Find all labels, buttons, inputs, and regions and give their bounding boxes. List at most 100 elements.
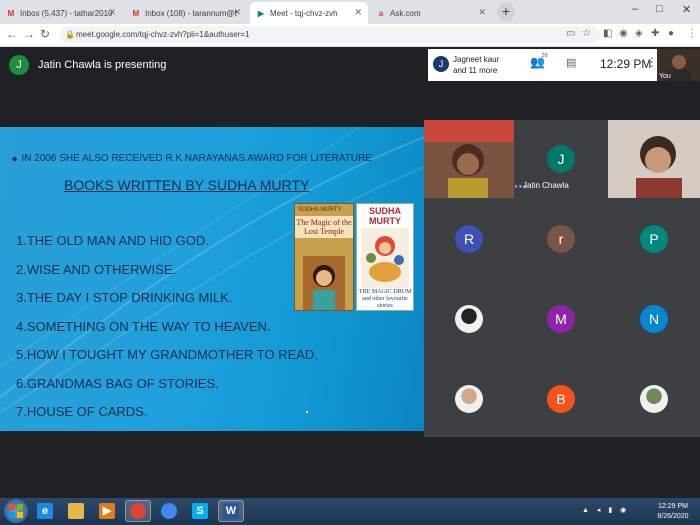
forward-arrow-icon[interactable]: → bbox=[23, 27, 35, 41]
chrome-2-icon bbox=[161, 503, 177, 519]
close-window-icon[interactable]: ✕ bbox=[682, 3, 691, 16]
word-icon: W bbox=[223, 503, 239, 519]
system-clock[interactable]: 12:29 PM 8/26/2020 bbox=[650, 502, 696, 522]
chrome-menu-icon[interactable]: ⋮ bbox=[687, 28, 697, 39]
cover1-title: The Magic of the Lost Temple bbox=[295, 216, 353, 238]
star-icon[interactable]: ☆ bbox=[582, 28, 591, 39]
slide-award-line: ◆ IN 2006 SHE ALSO RECEIVED R.K NARAYANAS… bbox=[12, 153, 372, 164]
chat-icon[interactable]: ▤ bbox=[566, 56, 576, 69]
extension-icon-1[interactable]: ◧ bbox=[603, 28, 612, 39]
browser-toolbar: ← → ↻ 🔒 meet.google.com/tqj-chvz-zvh?pli… bbox=[0, 24, 700, 47]
participant-tile[interactable] bbox=[608, 361, 700, 437]
meet-controls-panel: J Jagneet kaur and 11 more 👥 26 ▤ 12:29 … bbox=[428, 49, 700, 81]
slide-award-text: IN 2006 SHE ALSO RECEIVED R.K NARAYANAS … bbox=[21, 153, 372, 164]
cover2-illustration bbox=[361, 228, 409, 288]
participant-video-boy[interactable] bbox=[608, 120, 700, 198]
taskbar-explorer-button[interactable] bbox=[63, 500, 89, 522]
gmail-icon: M bbox=[7, 8, 15, 18]
mouse-cursor bbox=[306, 411, 308, 413]
participant-count: 26 bbox=[541, 53, 548, 59]
participant-tile[interactable]: P bbox=[608, 201, 700, 277]
taskbar-chrome-2-button[interactable] bbox=[156, 500, 182, 522]
close-tab-icon[interactable]: ✕ bbox=[233, 7, 241, 18]
taskbar-chrome-button[interactable] bbox=[125, 500, 151, 522]
participant-tile[interactable] bbox=[424, 281, 514, 357]
participant-photo-avatar bbox=[455, 385, 483, 413]
minimize-icon[interactable]: – bbox=[632, 3, 638, 15]
self-video-tile[interactable]: You bbox=[657, 49, 700, 81]
host-avatar: J bbox=[433, 56, 449, 72]
participant-tile[interactable]: B bbox=[515, 361, 607, 437]
taskbar-word-button[interactable]: W bbox=[218, 500, 244, 522]
tab-label: Ask.com bbox=[390, 8, 421, 18]
back-arrow-icon[interactable]: ← bbox=[6, 27, 18, 41]
participant-avatar: B bbox=[547, 385, 575, 413]
close-tab-icon[interactable]: ✕ bbox=[354, 7, 362, 18]
gmail-icon: M bbox=[132, 8, 140, 18]
participant-grid: J ●●● Jatin Chawla Rr P M N B bbox=[424, 120, 700, 437]
cover2-author-last: MURTY bbox=[369, 216, 401, 226]
featured-participant-avatar: J bbox=[547, 145, 575, 173]
system-date: 8/26/2020 bbox=[657, 513, 689, 520]
book-cover-magic-lost-temple: SUDHA MURTY The Magic of the Lost Temple bbox=[294, 203, 354, 311]
participant-tile-featured[interactable]: J ●●● Jatin Chawla bbox=[515, 120, 607, 198]
tab-label: Meet - tqj-chvz-zvh bbox=[270, 8, 338, 18]
slide-heading: BOOKS WRITTEN BY SUDHA MURTY bbox=[64, 177, 310, 193]
participant-tile[interactable]: M bbox=[515, 281, 607, 357]
start-button[interactable] bbox=[4, 499, 28, 523]
reload-icon[interactable]: ↻ bbox=[40, 27, 50, 41]
book-cover-magic-drum: SUDHA MURTY THE MAGIC DRUM and other favo… bbox=[356, 203, 414, 311]
bullet-icon: ◆ bbox=[12, 156, 18, 163]
camera-permission-icon[interactable]: ▭ bbox=[566, 28, 575, 39]
browser-tab[interactable]: M Inbox (108) - tarannum@theindi✕ bbox=[125, 2, 247, 24]
book-list: 1.THE OLD MAN AND HID GOD. 2.WISE AND OTH… bbox=[16, 233, 318, 431]
book-list-item: 2.WISE AND OTHERWISE. bbox=[16, 261, 177, 277]
camera-feed-boy bbox=[608, 120, 700, 198]
meet-icon: ▶ bbox=[257, 8, 265, 18]
address-bar[interactable]: 🔒 meet.google.com/tqj-chvz-zvh?pli=1&aut… bbox=[60, 26, 600, 43]
media-player-icon: ▶ bbox=[99, 503, 115, 519]
camera-feed-girl bbox=[424, 120, 514, 198]
host-summary[interactable]: Jagneet kaur and 11 more bbox=[453, 54, 523, 76]
close-tab-icon[interactable]: ✕ bbox=[108, 7, 116, 18]
meet-top-bar: J Jatin Chawla is presenting J Jagneet k… bbox=[0, 47, 700, 83]
system-tray-icons[interactable]: ▲ ◂ ▮ ◉ bbox=[582, 506, 629, 514]
participant-video-girl[interactable] bbox=[424, 120, 514, 198]
participant-tile[interactable]: r bbox=[515, 201, 607, 277]
cover2-author: SUDHA MURTY bbox=[357, 206, 413, 226]
browser-tab[interactable]: ▶ Meet - tqj-chvz-zvh ✕ bbox=[250, 2, 368, 24]
extension-icon-2[interactable]: ◉ bbox=[619, 28, 628, 39]
book-list-item: 1.THE OLD MAN AND HID GOD. bbox=[16, 233, 209, 248]
presenting-status: Jatin Chawla is presenting bbox=[38, 59, 167, 71]
participant-avatar: R bbox=[455, 225, 483, 253]
browser-tab[interactable]: a Ask.com ✕ bbox=[370, 2, 492, 24]
participant-tile[interactable]: R bbox=[424, 201, 514, 277]
close-tab-icon[interactable]: ✕ bbox=[478, 7, 486, 18]
profile-avatar[interactable]: ● bbox=[668, 28, 674, 39]
participant-photo-avatar bbox=[455, 305, 483, 333]
extension-icon-3[interactable]: ◈ bbox=[635, 28, 643, 39]
participant-avatar: N bbox=[640, 305, 668, 333]
participant-tile[interactable] bbox=[424, 361, 514, 437]
taskbar-skype-button[interactable]: S bbox=[187, 500, 213, 522]
taskbar-media-player-button[interactable]: ▶ bbox=[94, 500, 120, 522]
book-list-item: 6.GRANDMAS BAG OF STORIES. bbox=[16, 375, 219, 391]
explorer-icon bbox=[68, 503, 84, 519]
host-name: Jagneet kaur bbox=[453, 55, 500, 64]
puzzle-icon[interactable]: ✚ bbox=[651, 28, 659, 39]
cover1-illustration bbox=[303, 256, 345, 310]
chrome-icon bbox=[130, 503, 146, 519]
system-time: 12:29 PM bbox=[658, 503, 688, 510]
participant-tile[interactable]: N bbox=[608, 281, 700, 357]
cover2-author-first: SUDHA bbox=[368, 206, 401, 216]
tab-label: Inbox (108) - tarannum@theindi bbox=[145, 8, 237, 18]
lock-icon: 🔒 bbox=[65, 30, 75, 39]
new-tab-button[interactable]: + bbox=[497, 3, 515, 21]
book-list-item: 4.SOMETHING ON THE WAY TO HEAVEN. bbox=[16, 318, 271, 334]
maximize-icon[interactable]: □ bbox=[656, 3, 663, 15]
featured-participant-name: Jatin Chawla bbox=[523, 181, 569, 190]
browser-tab[interactable]: M Inbox (5,437) - tathar2010@gma✕ bbox=[0, 2, 122, 24]
taskbar-ie-button[interactable]: e bbox=[32, 500, 58, 522]
windows-taskbar: e ▶ S W ▲ ◂ ▮ ◉ 12:29 PM 8/26/2020 bbox=[0, 498, 700, 525]
browser-tab-strip: MInbox (5,437) - tathar2010@gma✕MInbox (… bbox=[0, 0, 700, 24]
